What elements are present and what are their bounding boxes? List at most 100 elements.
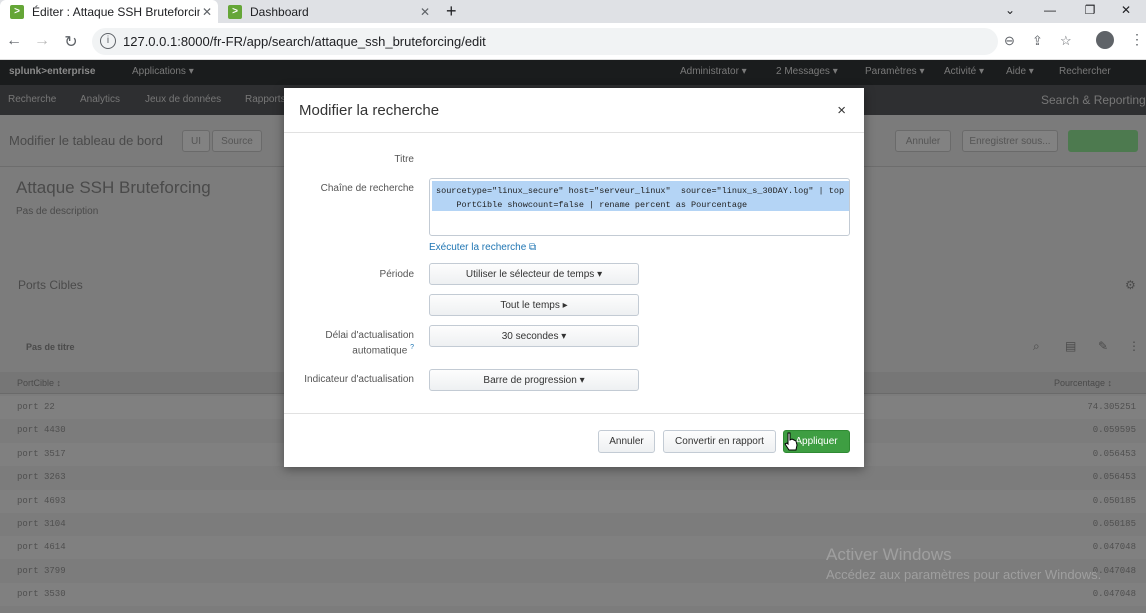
cell-percentage: 0.059595 xyxy=(1092,425,1136,436)
ui-toggle[interactable]: UI xyxy=(182,130,210,152)
edit-title: Modifier le tableau de bord xyxy=(9,133,163,148)
save-as-button[interactable]: Enregistrer sous... xyxy=(962,130,1058,152)
dashboard-cancel-button[interactable]: Annuler xyxy=(895,130,951,152)
save-button[interactable] xyxy=(1068,130,1138,152)
close-tab-icon[interactable]: ✕ xyxy=(420,5,430,19)
browser-menu-icon[interactable]: ⋮ xyxy=(1130,31,1144,48)
cell-port: port 3517 xyxy=(17,448,66,459)
modal-header: Modifier la recherche × xyxy=(284,88,864,133)
col-pourcentage[interactable]: Pourcentage ↕ xyxy=(1054,378,1112,388)
label-titre: Titre xyxy=(394,154,414,165)
tab-edit-dashboard[interactable]: > Éditer : Attaque SSH Bruteforcing ✕ xyxy=(0,0,218,23)
menu-settings[interactable]: Paramètres ▾ xyxy=(865,66,924,77)
windows-activation-text: Accédez aux paramètres pour activer Wind… xyxy=(826,567,1102,582)
label-refresh-indicator: Indicateur d'actualisation xyxy=(304,374,414,385)
tab-title: Dashboard xyxy=(250,4,309,19)
minimize-window-icon[interactable]: — xyxy=(1030,0,1070,23)
edit-search-modal: Modifier la recherche × Titre Chaîne de … xyxy=(284,88,864,467)
splunk-favicon-icon: > xyxy=(10,4,24,19)
menu-help[interactable]: Aide ▾ xyxy=(1006,66,1034,77)
convert-to-report-button[interactable]: Convertir en rapport xyxy=(663,430,776,453)
search-box[interactable]: Rechercher xyxy=(1059,66,1111,77)
label-search-string: Chaîne de recherche xyxy=(320,183,414,194)
nav-analytics[interactable]: Analytics xyxy=(80,94,120,105)
col-portcible[interactable]: PortCible ↕ xyxy=(17,378,61,388)
menu-user[interactable]: Administrator ▾ xyxy=(680,66,747,77)
url-text: 127.0.0.1:8000/fr-FR/app/search/attaque_… xyxy=(123,34,486,49)
cell-port: port 4430 xyxy=(17,425,66,436)
minimize-icon[interactable]: ⌄ xyxy=(990,0,1030,23)
label-refresh-auto-text: automatique xyxy=(352,345,408,357)
menu-activity[interactable]: Activité ▾ xyxy=(944,66,984,77)
source-toggle[interactable]: Source xyxy=(212,130,262,152)
edit-pencil-icon[interactable]: ✎ xyxy=(1098,339,1108,353)
panel-subtitle: Pas de titre xyxy=(26,342,75,352)
cell-port: port 3263 xyxy=(17,472,66,483)
table-row[interactable]: port 3263 0.056453 xyxy=(0,466,1146,490)
label-refresh-auto: automatique ? xyxy=(294,344,414,356)
all-time-dropdown[interactable]: Tout le temps ▸ xyxy=(429,294,639,316)
address-bar-row: ← → ↻ i 127.0.0.1:8000/fr-FR/app/search/… xyxy=(0,23,1146,60)
info-icon[interactable]: i xyxy=(100,33,116,49)
menu-applications[interactable]: Applications ▾ xyxy=(132,66,194,77)
panel-settings-icon[interactable]: ⚙ xyxy=(1125,278,1136,292)
refresh-interval-dropdown[interactable]: 30 secondes ▾ xyxy=(429,325,639,347)
cell-percentage: 0.047048 xyxy=(1092,542,1136,553)
search-string-textarea[interactable]: sourcetype="linux_secure" host="serveur_… xyxy=(429,178,850,236)
dashboard-description: Pas de description xyxy=(16,206,99,217)
cell-percentage: 74.305251 xyxy=(1087,402,1136,412)
bookmark-star-icon[interactable]: ☆ xyxy=(1060,33,1072,49)
close-window-icon[interactable]: ✕ xyxy=(1106,0,1146,23)
modal-title: Modifier la recherche xyxy=(299,102,440,119)
cell-port: port 3104 xyxy=(17,519,66,529)
reload-icon[interactable]: ↻ xyxy=(61,32,81,52)
app-name: Search & Reporting xyxy=(1041,93,1146,107)
profile-avatar-icon[interactable] xyxy=(1096,31,1114,49)
run-search-link[interactable]: Exécuter la recherche ⧉ xyxy=(429,242,536,253)
splunk-favicon-icon: > xyxy=(228,4,242,19)
search-icon[interactable]: ⌕ xyxy=(1033,339,1040,354)
tab-dashboard[interactable]: > Dashboard ✕ xyxy=(218,0,436,23)
browser-tab-bar: > Éditer : Attaque SSH Bruteforcing ✕ > … xyxy=(0,0,1146,23)
cell-port: port 4614 xyxy=(17,542,66,553)
new-tab-icon[interactable]: + xyxy=(446,0,457,23)
restore-window-icon[interactable]: ❐ xyxy=(1070,0,1110,23)
cell-percentage: 0.047048 xyxy=(1092,589,1136,600)
table-row[interactable]: port 4614 0.047048 xyxy=(0,536,1146,560)
hand-cursor-icon xyxy=(784,432,798,451)
cell-port: port 3799 xyxy=(17,565,66,576)
cell-percentage: 0.056453 xyxy=(1092,448,1136,459)
more-icon[interactable]: ⋮ xyxy=(1128,339,1140,353)
search-line-2: PortCible showcount=false | rename perce… xyxy=(436,200,748,210)
splunk-top-bar: splunk>enterprise Applications ▾ Adminis… xyxy=(0,60,1146,85)
back-icon[interactable]: ← xyxy=(4,32,24,50)
cancel-button[interactable]: Annuler xyxy=(598,430,655,453)
share-icon[interactable]: ⇪ xyxy=(1032,33,1043,49)
panel-title: Ports Cibles xyxy=(18,278,83,292)
table-row[interactable]: port 4693 0.050185 xyxy=(0,489,1146,513)
visualization-icon[interactable]: ▤ xyxy=(1065,339,1076,353)
refresh-indicator-dropdown[interactable]: Barre de progression ▾ xyxy=(429,369,639,391)
cell-port: port 4693 xyxy=(17,495,66,506)
url-field[interactable]: i 127.0.0.1:8000/fr-FR/app/search/attaqu… xyxy=(92,28,1072,55)
table-row[interactable]: port 3104 0.050185 xyxy=(0,513,1146,536)
close-icon[interactable]: × xyxy=(837,102,846,119)
table-row[interactable]: port 3530 0.047048 xyxy=(0,583,1146,607)
cell-port: port 3530 xyxy=(17,589,66,600)
nav-reports[interactable]: Rapports xyxy=(245,94,286,105)
zoom-icon[interactable]: ⊖ xyxy=(1004,33,1015,49)
cell-percentage: 0.050185 xyxy=(1092,519,1136,529)
close-tab-icon[interactable]: ✕ xyxy=(202,5,212,19)
cell-percentage: 0.056453 xyxy=(1092,472,1136,483)
nav-datasets[interactable]: Jeux de données xyxy=(145,94,221,105)
time-picker-dropdown[interactable]: Utiliser le sélecteur de temps ▾ xyxy=(429,263,639,285)
cell-percentage: 0.050185 xyxy=(1092,495,1136,506)
cell-port: port 22 xyxy=(17,402,55,412)
menu-messages[interactable]: 2 Messages ▾ xyxy=(776,66,838,77)
label-refresh-delay: Délai d'actualisation xyxy=(325,330,414,341)
help-icon[interactable]: ? xyxy=(410,344,414,351)
forward-icon[interactable]: → xyxy=(32,32,52,50)
dashboard-title: Attaque SSH Bruteforcing xyxy=(16,178,211,197)
search-line-1: sourcetype="linux_secure" host="serveur_… xyxy=(436,186,845,196)
nav-recherche[interactable]: Recherche xyxy=(8,94,56,105)
